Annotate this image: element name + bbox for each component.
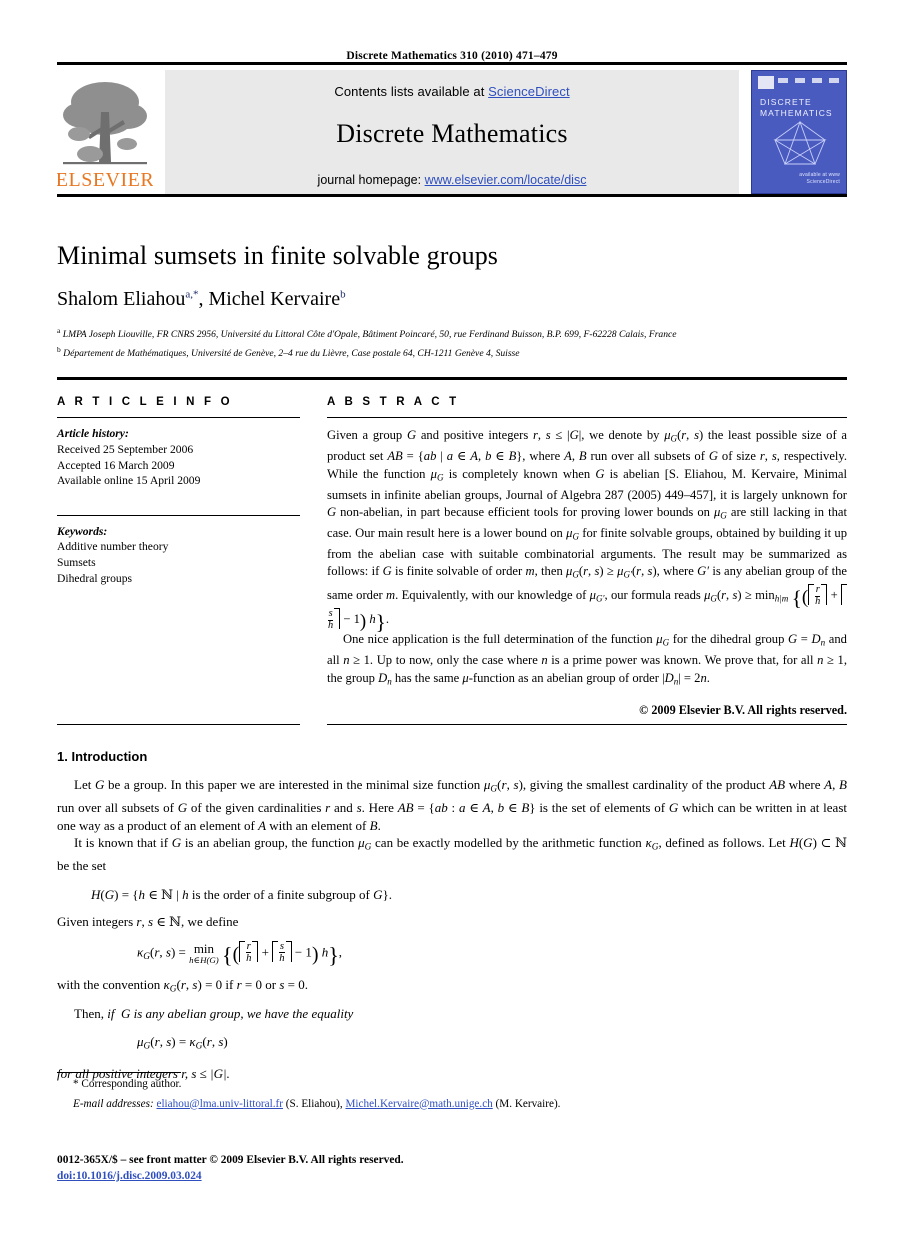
footnote-rule: [57, 1072, 181, 1073]
corresponding-author-text: Corresponding author.: [81, 1078, 182, 1090]
author-name-1: Shalom Eliahou: [57, 288, 186, 310]
keyword-3: Dihedral groups: [57, 571, 133, 585]
then-equality-line: Then, if G is any abelian group, we have…: [74, 1005, 354, 1021]
section-number: 1.: [57, 748, 68, 764]
convention-line: with the convention κG(r, s) = 0 if r = …: [57, 976, 308, 995]
history-accepted: Accepted 16 March 2009: [57, 458, 175, 472]
banner-bottom-rule: [57, 194, 847, 197]
sciencedirect-link[interactable]: ScienceDirect: [488, 84, 570, 99]
cover-top-rule: [778, 78, 841, 83]
journal-banner: ELSEVIER Contents lists available at Sci…: [56, 70, 847, 194]
email-link-eliahou[interactable]: eliahou@lma.univ-littoral.fr: [156, 1098, 283, 1110]
doi-link[interactable]: doi:10.1016/j.disc.2009.03.024: [57, 1170, 202, 1182]
info-abstract-block: A R T I C L E I N F O Article history: R…: [57, 377, 847, 725]
affiliation-a: a LMPA Joseph Liouville, FR CNRS 2956, U…: [57, 324, 847, 343]
cover-sd-line2: ScienceDirect: [806, 179, 840, 185]
intro-paragraph-1: Let G be a group. In this paper we are i…: [57, 776, 847, 833]
author-list: Shalom Eliahoua,*, Michel Kervaireb: [57, 288, 847, 311]
abstract-paragraph-1: Given a group G and positive integers r,…: [327, 428, 848, 634]
email-owner-2: (M. Kervaire).: [495, 1097, 561, 1110]
journal-cover-thumbnail: DISCRETE MATHEMATICS available at www Sc…: [751, 70, 847, 194]
info-abstract-bottom-rules: [57, 723, 847, 725]
cover-title-line1: DISCRETE: [760, 97, 812, 107]
footnotes: * Corresponding author. E-mail addresses…: [57, 1072, 847, 1112]
abstract-column: A B S T R A C T Given a group G and posi…: [327, 396, 847, 717]
info-abstract-top-rule: [57, 377, 847, 381]
cover-title: DISCRETE MATHEMATICS: [760, 97, 833, 119]
journal-title: Discrete Mathematics: [336, 119, 568, 148]
article-info-rule: [57, 417, 300, 419]
email-addresses-label: E-mail addresses:: [73, 1097, 154, 1110]
abstract-rule: [327, 417, 847, 419]
history-received: Received 25 September 2006: [57, 442, 194, 456]
abstract-heading: A B S T R A C T: [327, 396, 460, 409]
page-title: Minimal sumsets in finite solvable group…: [57, 241, 499, 270]
affiliation-text-a: LMPA Joseph Liouville, FR CNRS 2956, Uni…: [62, 329, 677, 341]
imprint-block: 0012-365X/$ – see front matter © 2009 El…: [57, 1152, 847, 1184]
lead-given-integers: Given integers r, s ∈ ℕ, we define: [57, 913, 239, 929]
email-owner-1: (S. Eliahou),: [285, 1097, 343, 1110]
author-affil-marker-2: b: [340, 288, 346, 301]
elsevier-logo: ELSEVIER: [56, 70, 154, 194]
banner-panel: Contents lists available at ScienceDirec…: [165, 70, 739, 194]
email-addresses-note: E-mail addresses: eliahou@lma.univ-litto…: [57, 1097, 847, 1113]
pentagram-figure: [773, 120, 827, 166]
author-separator: ,: [198, 288, 209, 310]
equation-mu-equals-kappa: μG(r, s) = κG(r, s): [137, 1033, 228, 1052]
cover-elsevier-mark: [758, 76, 774, 89]
elsevier-wordmark: ELSEVIER: [57, 169, 153, 191]
contents-prefix: Contents lists available at: [334, 84, 489, 99]
abstract-bottom-rule: [327, 723, 847, 725]
email-link-kervaire[interactable]: Michel.Kervaire@math.unige.ch: [345, 1098, 492, 1110]
journal-homepage-line: journal homepage: www.elsevier.com/locat…: [165, 149, 739, 187]
abstract-body: Given a group G and positive integers r,…: [327, 427, 847, 690]
keyword-2: Sumsets: [57, 555, 96, 569]
cover-sd-line1: available at www: [799, 172, 840, 178]
paper-page: Discrete Mathematics 310 (2010) 471–479: [0, 0, 907, 1238]
author-affil-marker-1: a,: [185, 288, 193, 301]
abstract-copyright: © 2009 Elsevier B.V. All rights reserved…: [639, 702, 847, 717]
affiliation-b: b Département de Mathématiques, Universi…: [57, 343, 847, 362]
article-history-label: Article history:: [57, 427, 129, 441]
homepage-prefix: journal homepage:: [317, 173, 425, 187]
article-info-column: A R T I C L E I N F O Article history: R…: [57, 396, 300, 717]
affiliation-marker-b: b: [57, 344, 61, 354]
section-title: Introduction: [71, 748, 148, 764]
introduction-body: Let G be a group. In this paper we are i…: [57, 776, 847, 875]
abstract-paragraph-2: One nice application is the full determi…: [327, 632, 847, 687]
author-name-2: Michel Kervaire: [208, 288, 341, 310]
keywords-label: Keywords:: [57, 524, 108, 538]
keyword-1: Additive number theory: [57, 540, 169, 554]
affiliation-marker-a: a: [57, 326, 61, 335]
keywords-rule: [57, 514, 300, 516]
running-head: Discrete Mathematics 310 (2010) 471–479: [346, 50, 558, 62]
banner-top-rule: [57, 62, 847, 65]
section-heading-introduction: 1. Introduction: [57, 749, 847, 764]
page-content: Discrete Mathematics 310 (2010) 471–479: [56, 0, 847, 1082]
corresponding-author-note: * Corresponding author.: [57, 1077, 847, 1093]
equation-h-set: H(G) = {h ∈ ℕ | h is the order of a fini…: [91, 886, 393, 902]
equation-kappa: κG(r, s) = min h∈H(G) {(r h + sh − 1) h},: [137, 940, 343, 968]
article-info-heading: A R T I C L E I N F O: [57, 396, 233, 409]
keywords-block: Keywords: Additive number theory Sumsets…: [57, 524, 300, 586]
affiliation-text-b: Département de Mathématiques, Université…: [63, 347, 520, 359]
journal-homepage-link[interactable]: www.elsevier.com/locate/disc: [425, 173, 587, 187]
info-bottom-rule: [57, 723, 300, 725]
affiliations: a LMPA Joseph Liouville, FR CNRS 2956, U…: [57, 324, 847, 361]
cover-sciencedirect: available at www ScienceDirect: [799, 172, 840, 186]
cover-title-line2: MATHEMATICS: [760, 108, 833, 118]
contents-line: Contents lists available at ScienceDirec…: [165, 70, 739, 99]
corresponding-author-star: *: [73, 1078, 79, 1090]
intro-paragraph-2: It is known that if G is an abelian grou…: [57, 835, 847, 874]
issn-copyright-line: 0012-365X/$ – see front matter © 2009 El…: [57, 1154, 404, 1166]
history-online: Available online 15 April 2009: [57, 474, 201, 488]
article-history: Article history: Received 25 September 2…: [57, 426, 300, 488]
